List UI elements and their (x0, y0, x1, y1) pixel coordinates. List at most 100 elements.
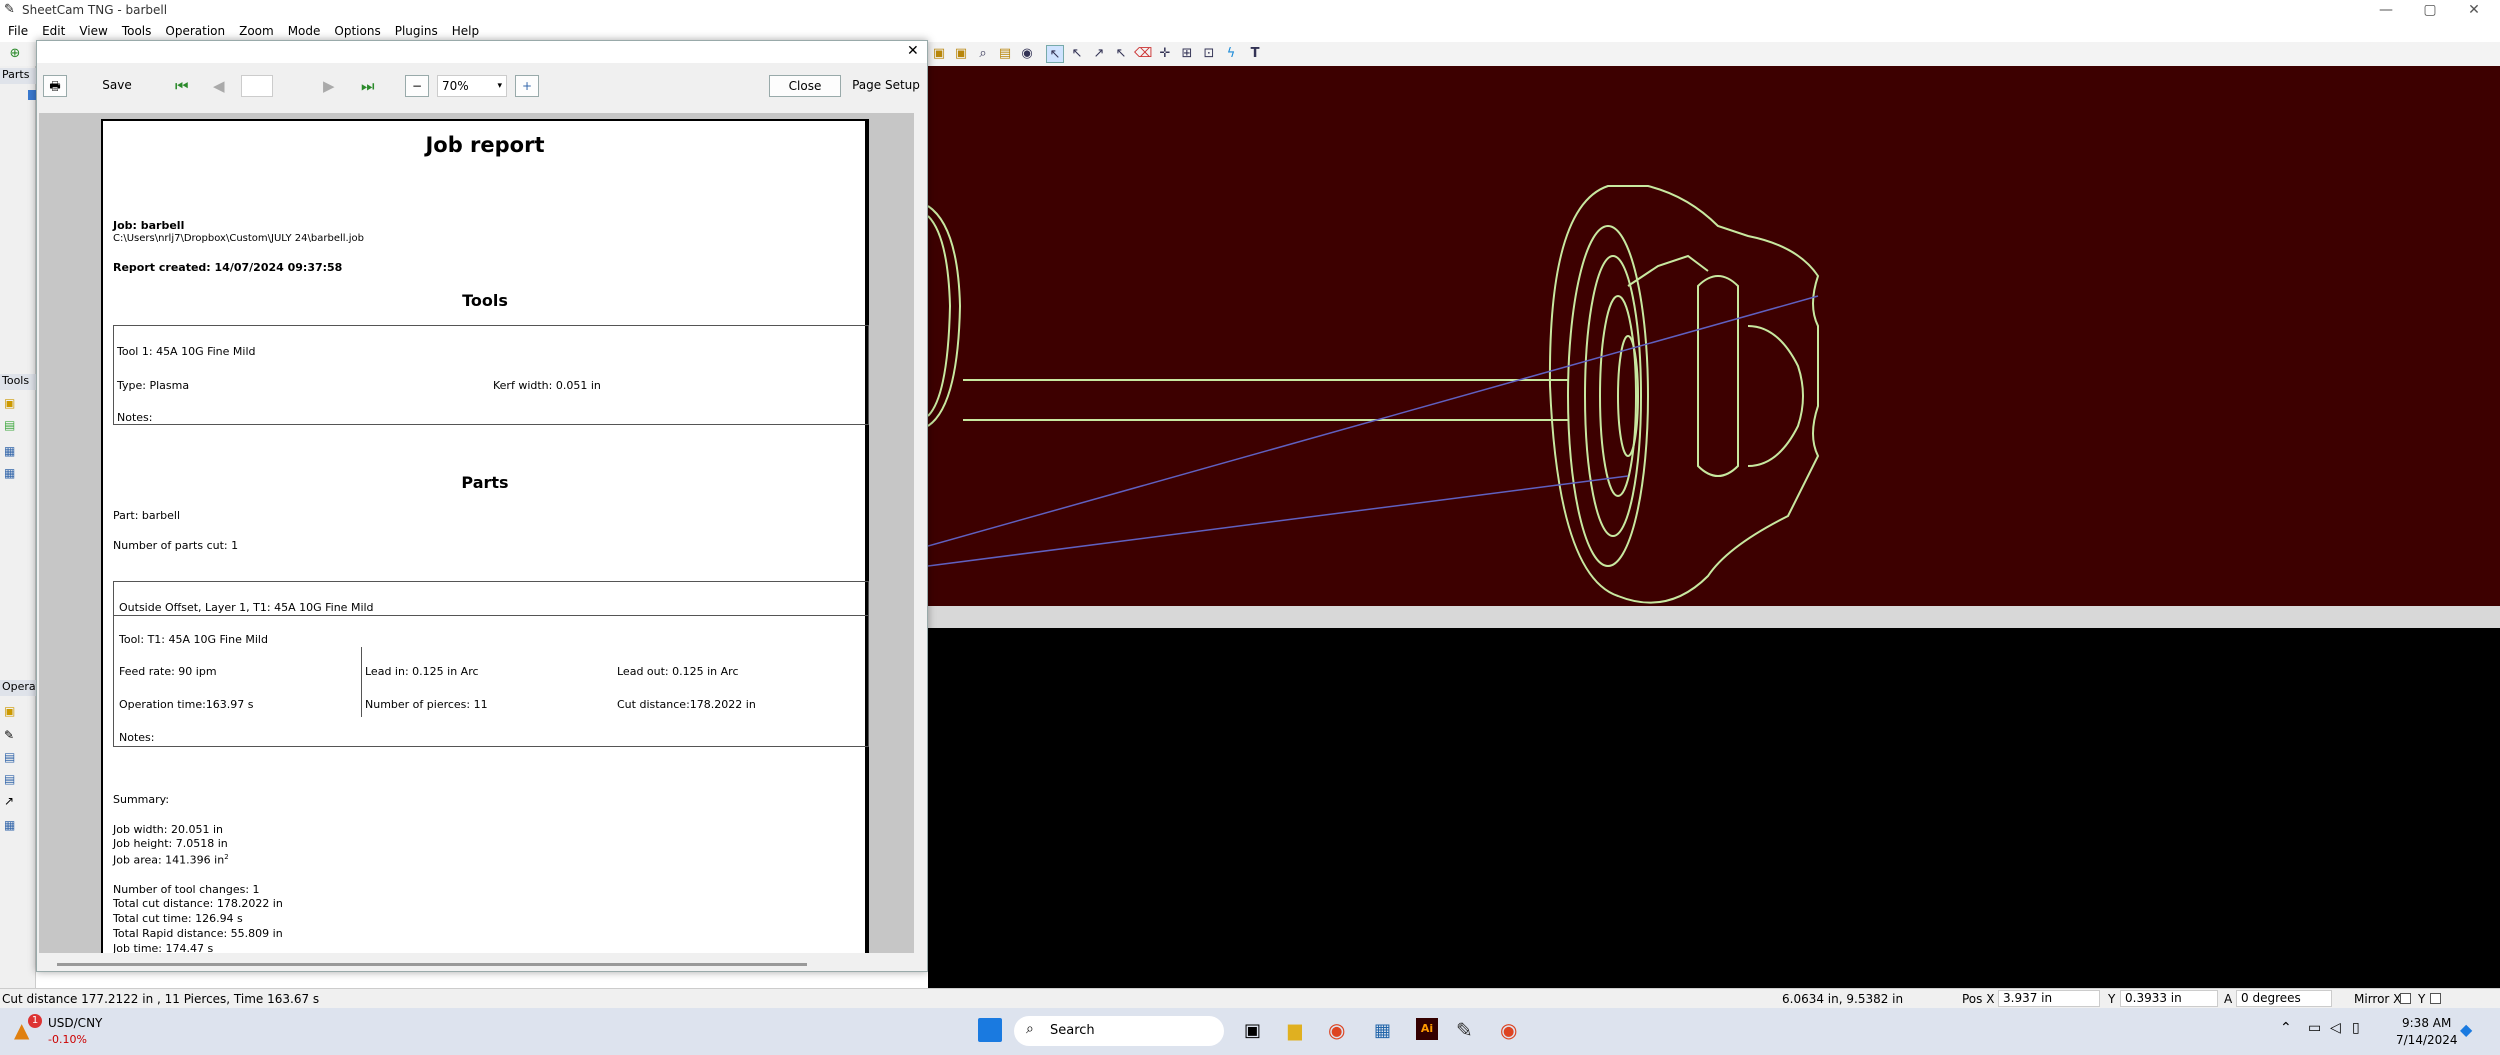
close-button[interactable]: Close (769, 75, 841, 97)
first-page-icon[interactable]: ⏮ (175, 77, 189, 95)
tool-add-icon[interactable]: ▤ (4, 418, 15, 432)
tool-list-icon[interactable]: ▦ (4, 466, 15, 480)
app-icon: ✎ (4, 2, 15, 17)
horizontal-scrollbar[interactable] (57, 963, 807, 966)
pos-x-label: Pos X (1962, 992, 1995, 1006)
select-start-icon[interactable]: ↖ (1068, 45, 1086, 63)
notification-bell-icon[interactable]: ◆ (2460, 1020, 2472, 1039)
y-label: Y (2108, 992, 2116, 1006)
lightning-icon[interactable]: ϟ (1222, 45, 1240, 63)
operation-table-icon[interactable]: ▦ (4, 818, 15, 832)
calculator-icon[interactable]: ▦ (1374, 1020, 1391, 1041)
chrome-profile-icon[interactable]: ◉ (1500, 1018, 1517, 1042)
battery-icon[interactable]: ▯ (2352, 1020, 2360, 1036)
ticker-name[interactable]: USD/CNY (48, 1016, 102, 1030)
zoom-extents-icon[interactable]: ▤ (996, 45, 1014, 63)
menu-help[interactable]: Help (452, 24, 479, 38)
last-page-icon[interactable]: ⏭ (361, 77, 375, 95)
operations-panel-header: Operat (0, 680, 40, 696)
tool-table-icon[interactable]: ▦ (4, 444, 15, 458)
operation-edit-icon[interactable]: ✎ (4, 728, 14, 742)
status-cut-info: Cut distance 177.2122 in , 11 Pierces, T… (2, 992, 320, 1006)
tools-panel-header: Tools (0, 374, 36, 390)
tool-type: Type: Plasma (117, 379, 190, 392)
a-field[interactable]: 0 degrees (2236, 990, 2332, 1007)
select-point-icon[interactable]: ↖ (1112, 45, 1130, 63)
page-setup-button[interactable]: Page Setup (849, 75, 923, 97)
tool-icon[interactable]: ▣ (4, 396, 15, 410)
operation-add-icon[interactable]: ▤ (4, 772, 15, 786)
operation-list-icon[interactable]: ▤ (4, 750, 15, 764)
a-label: A (2224, 992, 2233, 1006)
select-icon[interactable]: ↖ (1046, 45, 1064, 63)
preview-area[interactable]: Job report Job: barbell C:\Users\nrlj7\D… (39, 113, 914, 953)
canvas-lower-area[interactable] (928, 628, 2500, 988)
save-button[interactable]: Save (89, 75, 145, 97)
job-height: Job height: 7.0518 in (113, 837, 228, 850)
zoom-select[interactable]: 70% ▾ (437, 75, 507, 97)
illustrator-icon[interactable]: Ai (1416, 1018, 1438, 1040)
menu-options[interactable]: Options (334, 24, 380, 38)
menu-file[interactable]: File (8, 24, 28, 38)
menu-plugins[interactable]: Plugins (395, 24, 438, 38)
print-icon[interactable]: 🖶 (43, 75, 67, 97)
rotate-icon[interactable]: ⊞ (1178, 45, 1196, 63)
task-view-icon[interactable]: ▣ (1244, 1020, 1261, 1041)
zoom-all-icon[interactable]: ▣ (952, 45, 970, 63)
mirror-y-checkbox[interactable] (2430, 993, 2441, 1004)
page-number-input[interactable] (241, 75, 273, 97)
drawing-canvas[interactable] (927, 66, 2500, 606)
tools-heading: Tools (462, 291, 508, 310)
zoom-icon[interactable]: ⌕ (974, 45, 992, 63)
delete-icon[interactable]: ⌫ (1134, 45, 1152, 63)
kerf-width: Kerf width: 0.051 in (493, 379, 601, 392)
chevron-up-icon[interactable]: ⌃ (2280, 1020, 2292, 1036)
sheetcam-icon[interactable]: ✎ (1456, 1018, 1473, 1042)
part-checkbox[interactable] (28, 90, 36, 100)
status-bar: Cut distance 177.2122 in , 11 Pierces, T… (0, 988, 2500, 1008)
new-part-icon[interactable]: ⊕ (6, 45, 24, 63)
next-page-icon[interactable]: ▶ (323, 77, 335, 95)
move-icon[interactable]: ✛ (1156, 45, 1174, 63)
job-area: Job area: 141.396 in2 (113, 853, 229, 867)
clock-date[interactable]: 7/14/2024 (2396, 1033, 2458, 1047)
edit-path-icon[interactable]: ↗ (1090, 45, 1108, 63)
menu-zoom[interactable]: Zoom (239, 24, 274, 38)
maximize-icon[interactable]: ▢ (2408, 0, 2452, 20)
zoom-window-icon[interactable]: ▣ (930, 45, 948, 63)
scale-icon[interactable]: ⊡ (1200, 45, 1218, 63)
mirror-x-checkbox[interactable] (2400, 993, 2411, 1004)
menu-view[interactable]: View (79, 24, 107, 38)
close-window-icon[interactable]: ✕ (2452, 0, 2496, 20)
operation-path-icon[interactable]: ↗ (4, 794, 14, 808)
menu-tools[interactable]: Tools (122, 24, 152, 38)
zoom-in-icon[interactable]: + (515, 75, 539, 97)
file-explorer-icon[interactable]: ▆ (1288, 1020, 1302, 1041)
previous-page-icon[interactable]: ◀ (213, 77, 225, 95)
dialog-close-icon[interactable]: ✕ (907, 43, 919, 59)
menu-bar: File Edit View Tools Operation Zoom Mode Option… (0, 20, 2500, 42)
text-icon[interactable]: T (1246, 45, 1264, 63)
search-icon: ⌕ (1026, 1021, 1034, 1037)
clock-time[interactable]: 9:38 AM (2402, 1016, 2451, 1030)
job-path: C:\Users\nrlj7\Dropbox\Custom\JULY 24\ba… (113, 233, 364, 244)
column-divider (361, 647, 362, 717)
ticker-change: -0.10% (48, 1033, 87, 1046)
parts-panel-header: Parts (0, 68, 36, 84)
pos-x-field[interactable]: 3.937 in (1998, 990, 2100, 1007)
start-icon[interactable] (978, 1018, 1002, 1042)
menu-edit[interactable]: Edit (42, 24, 65, 38)
view-icon[interactable]: ◉ (1018, 45, 1036, 63)
network-icon[interactable]: ▭ (2308, 1020, 2321, 1036)
volume-icon[interactable]: ◁ (2330, 1020, 2341, 1036)
zoom-out-icon[interactable]: − (405, 75, 429, 97)
operation-icon[interactable]: ▣ (4, 704, 15, 718)
chrome-icon[interactable]: ◉ (1328, 1018, 1345, 1042)
menu-mode[interactable]: Mode (288, 24, 321, 38)
search-box[interactable]: ⌕ Search (1014, 1016, 1224, 1046)
minimize-icon[interactable]: — (2364, 0, 2408, 20)
y-field[interactable]: 0.3933 in (2120, 990, 2218, 1007)
tool-box (113, 325, 869, 425)
menu-operation[interactable]: Operation (165, 24, 225, 38)
job-area-superscript: 2 (224, 853, 229, 861)
